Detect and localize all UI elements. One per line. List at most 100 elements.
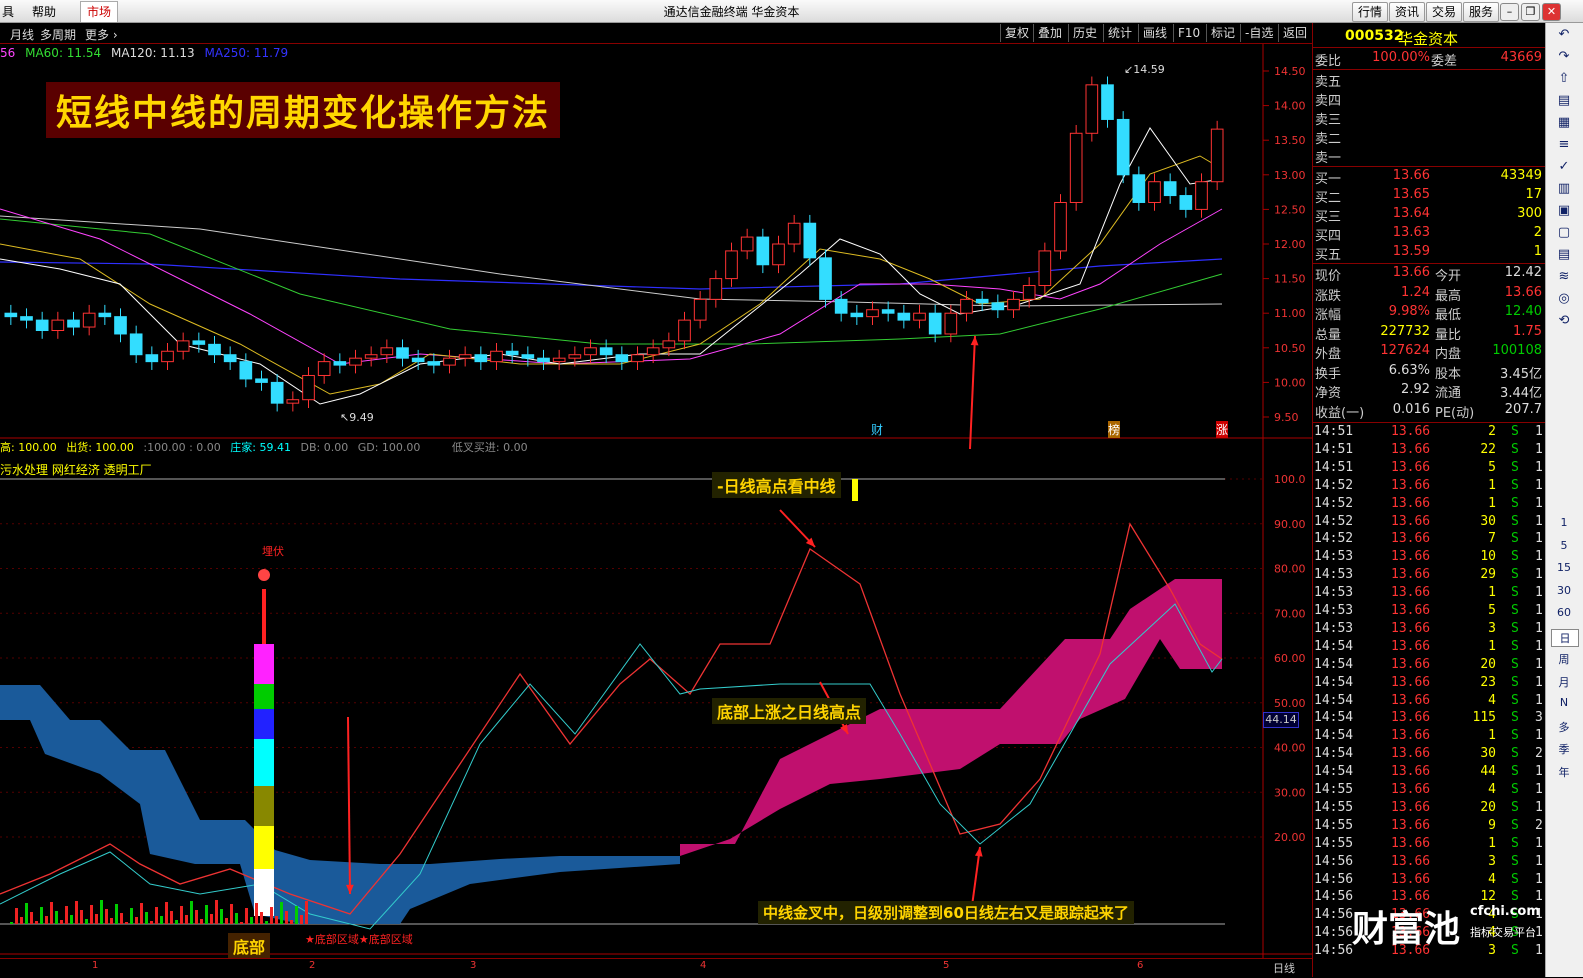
- toolbar-icon[interactable]: ≋: [1551, 269, 1577, 284]
- tick-volume: 7: [1488, 531, 1496, 547]
- tick-volume: 4: [1488, 692, 1496, 708]
- tick-count: 1: [1535, 603, 1543, 618]
- news-button[interactable]: 资讯: [1389, 2, 1426, 22]
- toolbar-icon[interactable]: ▤: [1551, 247, 1577, 262]
- annotation-top: -日线高点看中线: [712, 472, 841, 498]
- toolbar-icon[interactable]: ▦: [1551, 115, 1577, 130]
- stat-label: 涨幅: [1315, 308, 1342, 323]
- stats-button[interactable]: 统计: [1103, 24, 1136, 42]
- history-button[interactable]: 历史: [1068, 24, 1101, 42]
- stat-row: 净资 2.92 流通 3.44亿: [1313, 382, 1546, 401]
- minimize-icon[interactable]: –: [1500, 3, 1519, 21]
- toolbar-icon[interactable]: ▥: [1551, 181, 1577, 196]
- monthly-tab[interactable]: 月线: [10, 26, 34, 43]
- toolbar-icon[interactable]: ↷: [1551, 49, 1577, 64]
- period-button[interactable]: 季: [1551, 741, 1577, 757]
- indicator-legend-item: DB: 0.00: [300, 441, 349, 454]
- period-button[interactable]: 年: [1551, 764, 1577, 780]
- stat-value: 100108: [1492, 343, 1542, 358]
- volume-bar: [40, 907, 43, 924]
- tick-row: 14:52 13.66 1 S 1: [1313, 478, 1546, 496]
- candle-body: [1101, 84, 1114, 120]
- tick-side: S: [1511, 674, 1519, 690]
- period-button[interactable]: N: [1551, 696, 1577, 709]
- event-mark-rise[interactable]: 涨: [1216, 421, 1229, 438]
- candle-body: [396, 347, 409, 359]
- period-button[interactable]: 5: [1551, 539, 1577, 552]
- period-button[interactable]: 日: [1551, 628, 1579, 647]
- f10-button[interactable]: F10: [1173, 24, 1204, 42]
- tick-row: 14:56 13.66 3 S 1: [1313, 854, 1546, 872]
- event-mark-finance[interactable]: 财: [871, 421, 883, 438]
- price-axis-label: 11.50: [1274, 273, 1306, 286]
- tick-side: S: [1511, 728, 1519, 744]
- restore-icon[interactable]: ❐: [1521, 3, 1540, 21]
- candle-body: [615, 354, 629, 363]
- candle-body: [98, 312, 112, 318]
- trade-button[interactable]: 交易: [1426, 2, 1463, 22]
- price-axis-label: 14.50: [1274, 65, 1306, 78]
- toolbar-icon[interactable]: ⇧: [1551, 71, 1577, 86]
- price-axis-label: 12.50: [1274, 203, 1306, 216]
- indicator-axis-label: 50.00: [1274, 697, 1306, 710]
- tick-row: 14:51 13.66 5 S 1: [1313, 460, 1546, 478]
- buy-label: 买二: [1315, 191, 1342, 206]
- close-icon[interactable]: ✕: [1542, 3, 1561, 21]
- tick-row: 14:51 13.66 22 S 1: [1313, 442, 1546, 460]
- draw-button[interactable]: 画线: [1138, 24, 1171, 42]
- tick-side: S: [1511, 799, 1519, 815]
- toolbar-icon[interactable]: ⟲: [1551, 313, 1577, 328]
- volume-bar: [225, 918, 228, 924]
- period-button[interactable]: 月: [1551, 674, 1577, 690]
- buy-volume: 300: [1517, 206, 1542, 221]
- multi-period-tab[interactable]: 多周期: [40, 26, 76, 43]
- period-button[interactable]: 周: [1551, 651, 1577, 667]
- toolbar-icon[interactable]: ◎: [1551, 291, 1577, 306]
- period-button[interactable]: 多: [1551, 719, 1577, 735]
- candle-body: [176, 340, 190, 352]
- mark-button[interactable]: 标记: [1206, 24, 1239, 42]
- candle-body: [51, 319, 65, 331]
- stat-value: 227732: [1380, 323, 1430, 339]
- adjust-button[interactable]: 复权: [1000, 24, 1033, 42]
- tick-volume: 5: [1488, 459, 1496, 475]
- event-mark-list[interactable]: 榜: [1108, 421, 1121, 438]
- tick-time: 14:56: [1314, 925, 1354, 941]
- toolbar-icon[interactable]: ≡: [1551, 137, 1577, 152]
- period-button[interactable]: 1: [1551, 516, 1577, 529]
- watchlist-button[interactable]: -自选: [1240, 24, 1277, 42]
- tick-row: 14:56 13.66 4 S 1: [1313, 872, 1546, 890]
- weibi-value: 100.00%: [1372, 50, 1430, 65]
- annotation-ambush: 埋伏: [262, 545, 284, 558]
- overlay-button[interactable]: 叠加: [1033, 24, 1066, 42]
- candle-body: [161, 350, 174, 363]
- tick-time: 14:54: [1314, 674, 1354, 690]
- indicator-axis-label: 90.00: [1274, 518, 1306, 531]
- quotes-button[interactable]: 行情: [1352, 2, 1389, 22]
- back-button[interactable]: 返回: [1278, 24, 1311, 42]
- toolbar-icon[interactable]: ↶: [1551, 27, 1577, 42]
- toolbar-icon[interactable]: ▣: [1551, 203, 1577, 218]
- weicha-value: 43669: [1500, 50, 1542, 65]
- volume-bar: [165, 902, 168, 924]
- period-button[interactable]: 60: [1551, 606, 1577, 619]
- tick-price: 13.66: [1391, 549, 1431, 565]
- sell-row: 卖三: [1313, 109, 1546, 128]
- service-button[interactable]: 服务: [1463, 2, 1500, 22]
- indicator-legend-item: 高: 100.00: [0, 441, 57, 454]
- toolbar-icon[interactable]: ▢: [1551, 225, 1577, 240]
- tick-side: S: [1511, 603, 1519, 618]
- toolbar-icon[interactable]: ▤: [1551, 93, 1577, 108]
- period-button[interactable]: 30: [1551, 584, 1577, 597]
- toolbar-icon[interactable]: ✓: [1551, 159, 1577, 174]
- volume-bar: [55, 911, 58, 924]
- tick-side: S: [1511, 871, 1519, 887]
- tick-time: 14:51: [1314, 441, 1354, 457]
- more-menu[interactable]: 更多 ›: [85, 26, 118, 43]
- tick-time: 14:53: [1314, 603, 1354, 618]
- tick-volume: 4: [1488, 782, 1496, 797]
- stat-value: 2.92: [1401, 382, 1430, 397]
- period-button[interactable]: 15: [1551, 561, 1577, 574]
- chart-canvas[interactable]: 14.50 14.00 13.50 13.00 12.50 12.00 11.50 11.00…: [0, 44, 1312, 977]
- tick-volume: 3: [1488, 620, 1496, 636]
